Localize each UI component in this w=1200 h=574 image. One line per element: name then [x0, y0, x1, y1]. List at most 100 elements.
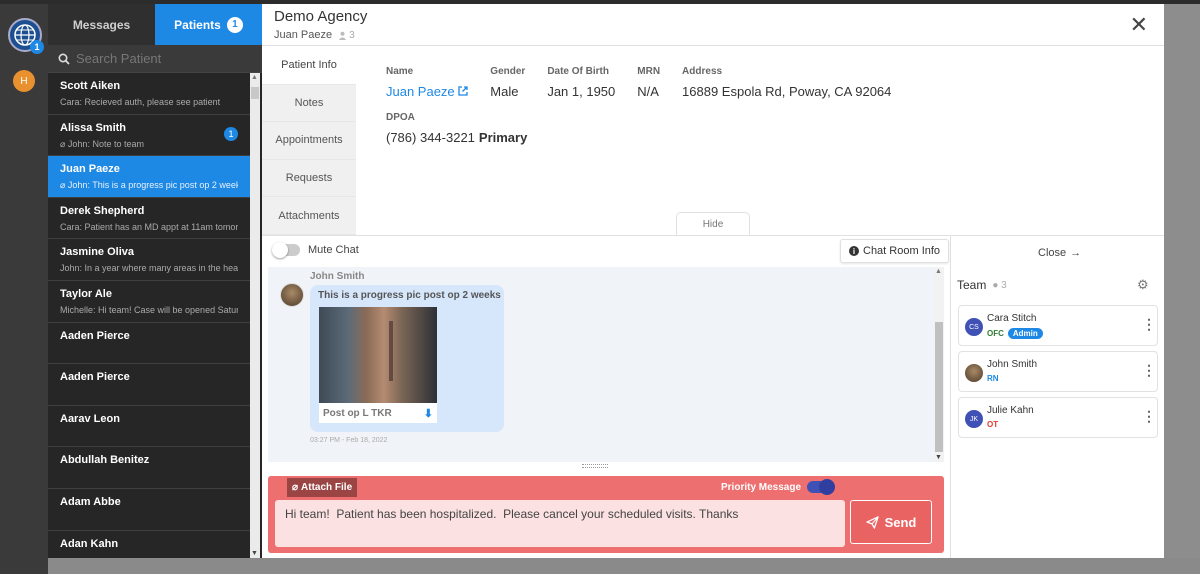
scrollbar-thumb[interactable]	[935, 322, 943, 452]
list-item[interactable]: Aaden Pierce	[48, 323, 250, 365]
arrow-right-icon: →	[1070, 247, 1082, 259]
message-text: This is a progress pic post op 2 weeks	[318, 290, 501, 301]
patient-info-fields: Name Juan Paeze Gender Male Date Of Birth J…	[386, 66, 913, 99]
patient-name: Adam Abbe	[60, 495, 121, 508]
message-sender: John Smith	[310, 271, 365, 282]
modal-header: Demo Agency Juan Paeze 3 ✕	[262, 4, 1164, 46]
gear-icon[interactable]: ⚙	[1137, 277, 1149, 293]
tab-appointments[interactable]: Appointments	[262, 122, 356, 160]
attach-file-label: Attach File	[301, 482, 353, 493]
team-member[interactable]: CS Cara Stitch OFC Admin ⋮	[958, 305, 1158, 346]
paper-plane-icon	[865, 515, 879, 529]
avatar	[280, 283, 304, 307]
scrollbar-thumb[interactable]	[251, 87, 259, 99]
chat-room-info-button[interactable]: i Chat Room Info	[840, 239, 950, 263]
admin-badge: Admin	[1007, 328, 1043, 339]
patient-preview: John: In a year where many areas in the …	[60, 263, 238, 274]
patient-name: Alissa Smith	[60, 121, 127, 134]
user-icon	[339, 31, 347, 40]
participant-count-value: 3	[349, 29, 355, 41]
list-item[interactable]: Taylor Ale Michelle: Hi team! Case will b…	[48, 281, 250, 323]
close-icon[interactable]: ✕	[1130, 12, 1148, 38]
list-item[interactable]: Jasmine Oliva John: In a year where many …	[48, 239, 250, 281]
list-tabs: Messages Patients 1	[48, 4, 262, 45]
list-item[interactable]: Abdullah Benitez	[48, 447, 250, 489]
list-item[interactable]: Aaden Pierce	[48, 364, 250, 406]
patient-preview: John: This is a progress pic post op 2 w…	[67, 180, 238, 191]
tab-messages[interactable]: Messages	[48, 4, 155, 45]
list-item[interactable]: Aarav Leon	[48, 406, 250, 448]
paperclip-icon: ⌀	[60, 180, 68, 191]
field-label: Address	[682, 66, 723, 77]
list-item[interactable]: Juan Paeze ⌀ John: This is a progress pic…	[48, 156, 250, 198]
scroll-up-icon[interactable]: ▲	[935, 268, 942, 275]
mute-label: Mute Chat	[308, 244, 359, 256]
attachment-image[interactable]	[319, 307, 437, 403]
field-value: 16889 Espola Rd, Poway, CA 92064	[682, 84, 892, 99]
chat-scrollbar[interactable]: ▲ ▼	[934, 267, 944, 462]
list-scrollbar[interactable]: ▲ ▼	[250, 73, 260, 558]
close-team-button[interactable]: Close →	[1038, 247, 1081, 259]
member-role-value: OT	[987, 420, 999, 429]
avatar: CS	[965, 318, 983, 336]
paperclip-icon: ⌀	[60, 138, 68, 149]
dpoa-phone-value: (786) 344-3221	[386, 130, 475, 145]
download-icon[interactable]: ⬇	[424, 407, 433, 420]
patient-name-link[interactable]: Juan Paeze	[386, 84, 468, 99]
tab-patients[interactable]: Patients 1	[155, 4, 262, 45]
patient-preview: Michelle: Hi team! Case will be opened S…	[60, 304, 238, 315]
list-item[interactable]: Adam Abbe	[48, 489, 250, 531]
photo-detail	[389, 321, 393, 381]
patient-name: Taylor Ale	[60, 287, 112, 300]
scroll-up-icon[interactable]: ▲	[251, 74, 258, 81]
field-dpoa: DPOA (786) 344-3221 Primary	[386, 112, 527, 145]
team-title-label: Team	[957, 278, 987, 292]
message-input[interactable]: Hi team! Patient has been hospitalized. …	[275, 500, 845, 547]
mute-toggle[interactable]	[272, 242, 300, 258]
priority-toggle[interactable]	[807, 479, 836, 495]
patient-search	[48, 45, 262, 73]
list-item[interactable]: Scott Aiken Cara: Recieved auth, please s…	[48, 73, 250, 115]
user-icon: ●	[992, 279, 999, 291]
tab-requests[interactable]: Requests	[262, 160, 356, 198]
list-item[interactable]: Derek Shepherd Cara: Patient has an MD ap…	[48, 198, 250, 240]
patient-preview: Cara: Patient has an MD appt at 11am tom…	[60, 221, 238, 232]
list-item[interactable]: Adan Kahn	[48, 531, 250, 558]
patient-name: Aaden Pierce	[60, 329, 130, 342]
more-options-icon[interactable]: ⋮	[1142, 408, 1156, 425]
attach-file-button[interactable]: ⌀ Attach File	[287, 478, 358, 497]
member-role-value: OFC	[987, 329, 1004, 338]
hide-button[interactable]: Hide	[676, 212, 750, 235]
mute-chat[interactable]: Mute Chat	[272, 242, 359, 258]
patient-list: Scott Aiken Cara: Recieved auth, please s…	[48, 73, 250, 558]
tab-attachments[interactable]: Attachments	[262, 197, 356, 235]
list-item[interactable]: Alissa Smith ⌀ John: Note to team 1	[48, 115, 250, 157]
patient-name-subtitle: Juan Paeze	[274, 29, 333, 41]
search-input[interactable]	[76, 51, 246, 66]
scroll-down-icon[interactable]: ▼	[251, 550, 258, 557]
field-mrn: MRN N/A	[637, 66, 660, 99]
more-options-icon[interactable]: ⋮	[1142, 362, 1156, 379]
patient-name: Jasmine Oliva	[60, 246, 134, 259]
team-member[interactable]: John Smith RN ⋮	[958, 351, 1158, 392]
member-name: Julie Kahn	[987, 405, 1034, 416]
priority-message[interactable]: Priority Message	[721, 479, 836, 495]
tab-notes[interactable]: Notes	[262, 85, 356, 123]
user-avatar[interactable]: H	[13, 70, 35, 92]
more-options-icon[interactable]: ⋮	[1142, 316, 1156, 333]
chat-room-info-label: Chat Room Info	[863, 245, 941, 257]
team-panel: Close → Team ● 3 ⚙ CS Cara Stitch OFC Admin…	[950, 235, 1164, 558]
send-label: Send	[884, 514, 917, 530]
team-member[interactable]: JK Julie Kahn OT ⋮	[958, 397, 1158, 438]
patient-name: Juan Paeze	[60, 163, 120, 176]
tab-patient-info[interactable]: Patient Info	[262, 47, 356, 85]
tab-messages-label: Messages	[72, 17, 131, 32]
attachment-file[interactable]: Post op L TKR ⬇	[319, 403, 437, 423]
send-button[interactable]: Send	[850, 500, 932, 544]
dpoa-type: Primary	[478, 130, 528, 145]
member-name: John Smith	[987, 359, 1038, 370]
field-label: Gender	[490, 66, 526, 77]
member-role: OFC Admin	[987, 328, 1043, 339]
resize-handle[interactable]	[582, 464, 608, 468]
scroll-down-icon[interactable]: ▼	[935, 454, 942, 461]
